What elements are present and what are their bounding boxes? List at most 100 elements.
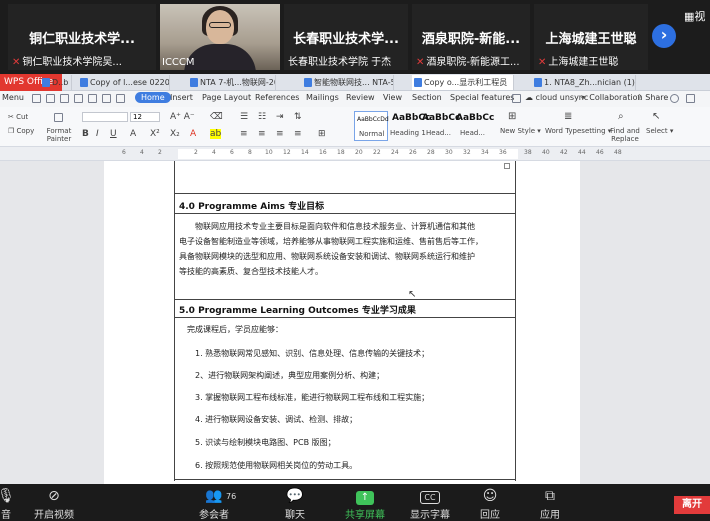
ruler-tick-label: 6	[122, 149, 126, 156]
cloud-sync-status[interactable]: ☁ cloud unsync	[525, 93, 588, 102]
leave-meeting-button[interactable]: 离开	[674, 496, 710, 514]
chat-button[interactable]: 💬 聊天	[267, 486, 323, 521]
document-tab[interactable]: D..b	[40, 75, 72, 90]
tab-home[interactable]: Home	[135, 92, 171, 103]
collaboration-label: Collaboration	[589, 93, 643, 102]
word-typesetting-button[interactable]: Word Typesetting ▾	[545, 127, 611, 135]
sort-icon[interactable]: ⇅	[294, 112, 302, 122]
italic-icon[interactable]: I	[96, 129, 99, 139]
document-canvas[interactable]: 4.0 Programme Aims 专业目标 物联网应用技术专业主要目标是面向…	[0, 161, 710, 484]
strikethrough-icon[interactable]: A	[130, 129, 136, 139]
participant-label: 长春职业技术学院 于杰	[288, 57, 392, 68]
document-tab[interactable]: NTA 7-机...物联网-2023	[188, 75, 276, 90]
glasses-shape	[209, 22, 231, 28]
bold-icon[interactable]: B	[82, 129, 89, 139]
document-icon	[80, 78, 88, 87]
numbered-list-icon[interactable]: ☷	[258, 112, 266, 122]
tab-references[interactable]: References	[255, 93, 299, 102]
document-icon	[414, 78, 422, 87]
more-options-icon[interactable]	[686, 94, 695, 103]
tab-page-layout[interactable]: Page Layout	[202, 93, 251, 102]
align-right-icon[interactable]: ≡	[276, 129, 284, 139]
search-icon[interactable]	[512, 94, 521, 103]
tab-label: D..b	[52, 78, 69, 87]
document-tab-active[interactable]: Copy o...显示利工程员	[412, 75, 514, 90]
subscript-icon[interactable]: X₂	[170, 129, 180, 139]
participant-video-tile[interactable]: ICCCM	[160, 4, 280, 70]
view-menu-button[interactable]: ▦视	[684, 8, 705, 24]
font-name-select[interactable]	[82, 112, 128, 122]
participant-tile[interactable]: 铜仁职业技术学... ✕ 铜仁职业技术学院吴...	[8, 4, 156, 70]
collaboration-button[interactable]: ⚭ Collaboration	[580, 93, 643, 102]
cut-button[interactable]: ✂ Cut	[8, 113, 28, 121]
tab-insert[interactable]: Insert	[170, 93, 193, 102]
participant-count: 76	[226, 492, 237, 501]
format-painter-button[interactable]: Format Painter	[44, 127, 74, 143]
ruler-tick-label: 8	[248, 149, 252, 156]
table-move-handle-icon[interactable]	[504, 163, 510, 169]
participant-tile[interactable]: 长春职业技术学... 长春职业技术学院 于杰	[284, 4, 408, 70]
new-file-icon[interactable]	[32, 94, 41, 103]
tab-mailings[interactable]: Mailings	[306, 93, 339, 102]
justify-icon[interactable]: ≡	[294, 129, 302, 139]
superscript-icon[interactable]: X²	[150, 129, 160, 139]
find-replace-button[interactable]: Find and Replace	[610, 127, 640, 143]
control-label: 开启视频	[34, 510, 74, 521]
document-tab[interactable]: Copy of l...ese 0220)	[78, 75, 170, 90]
highlight-icon[interactable]: ab	[210, 129, 222, 139]
select-button[interactable]: Select ▾	[646, 127, 673, 135]
captions-button[interactable]: CC 显示字幕	[402, 486, 458, 521]
clear-format-icon[interactable]: ⌫	[210, 112, 223, 122]
indent-icon[interactable]: ⇥	[276, 112, 284, 122]
document-tab[interactable]: 1. NTA8_Zh...nician (1)	[532, 75, 636, 90]
bullet-list-icon[interactable]: ☰	[240, 112, 248, 122]
horizontal-ruler[interactable]: 6 4 2 2 4 6 8 10 12 14 16 18 20 22 24 26…	[0, 147, 710, 161]
apps-button[interactable]: ⧉ 应用	[522, 486, 578, 521]
document-tab[interactable]: 智能物联网技... NTA-5	[302, 75, 394, 90]
align-left-icon[interactable]: ≡	[240, 129, 248, 139]
font-color-icon[interactable]: A	[190, 129, 196, 139]
font-size-select[interactable]: 12	[130, 112, 160, 122]
section-lead: 完成课程后，学员应能够：	[187, 325, 283, 334]
borders-icon[interactable]: ⊞	[318, 129, 326, 139]
avatar[interactable]	[670, 94, 679, 103]
participant-tile[interactable]: 酒泉职院-新能... ✕ 酒泉职院-新能源工...	[412, 4, 530, 70]
print-icon[interactable]	[74, 94, 83, 103]
style-preview: AaBbCcDd	[357, 116, 389, 123]
undo-icon[interactable]	[102, 94, 111, 103]
share-screen-button[interactable]: ↑ 共享屏幕	[337, 486, 393, 521]
save-icon[interactable]	[60, 94, 69, 103]
reactions-button[interactable]: ☺ 回应	[462, 486, 518, 521]
underline-icon[interactable]: U	[110, 129, 117, 139]
mic-muted-icon: ✕	[416, 57, 425, 68]
participant-tile[interactable]: 上海城建王世聪 ✕ 上海城建王世聪	[534, 4, 648, 70]
open-folder-icon[interactable]	[46, 94, 55, 103]
document-table: 4.0 Programme Aims 专业目标 物联网应用技术专业主要目标是面向…	[174, 161, 516, 481]
reactions-icon: ☺	[482, 488, 498, 504]
tab-view[interactable]: View	[383, 93, 402, 102]
document-page[interactable]: 4.0 Programme Aims 专业目标 物联网应用技术专业主要目标是面向…	[104, 161, 580, 484]
ruler-tick-label: 4	[140, 149, 144, 156]
start-video-button[interactable]: ⊘ 开启视频	[26, 486, 82, 521]
next-page-chevron-icon[interactable]: ›	[652, 24, 676, 48]
control-label: 共享屏幕	[345, 510, 385, 521]
list-item: 6. 按照规范使用物联网相关岗位的劳动工具。	[195, 461, 358, 470]
participant-subtitle: 长春职业技术学院 于杰	[288, 53, 406, 68]
redo-icon[interactable]	[116, 94, 125, 103]
font-grow-shrink-icon[interactable]: A⁺ A⁻	[170, 112, 195, 122]
print-preview-icon[interactable]	[88, 94, 97, 103]
participant-name: 上海城建王世聪	[545, 32, 637, 47]
new-style-button[interactable]: New Style ▾	[500, 127, 541, 135]
tab-label: Copy of l...ese 0220)	[90, 78, 170, 87]
style-normal[interactable]: AaBbCcDd Normal	[354, 111, 389, 141]
tab-review[interactable]: Review	[346, 93, 375, 102]
ruler-tick-label: 46	[596, 149, 604, 156]
menu-button[interactable]: Menu	[2, 93, 24, 102]
copy-icon: ❐	[8, 127, 15, 135]
share-button[interactable]: ⇪ Share	[636, 93, 668, 102]
align-center-icon[interactable]: ≡	[258, 129, 266, 139]
tab-special-features[interactable]: Special features	[450, 93, 514, 102]
copy-button[interactable]: ❐ Copy	[8, 127, 34, 135]
tab-section[interactable]: Section	[412, 93, 442, 102]
document-tabbar: WPS Office D..b Copy of l...ese 0220) NT…	[0, 74, 710, 91]
